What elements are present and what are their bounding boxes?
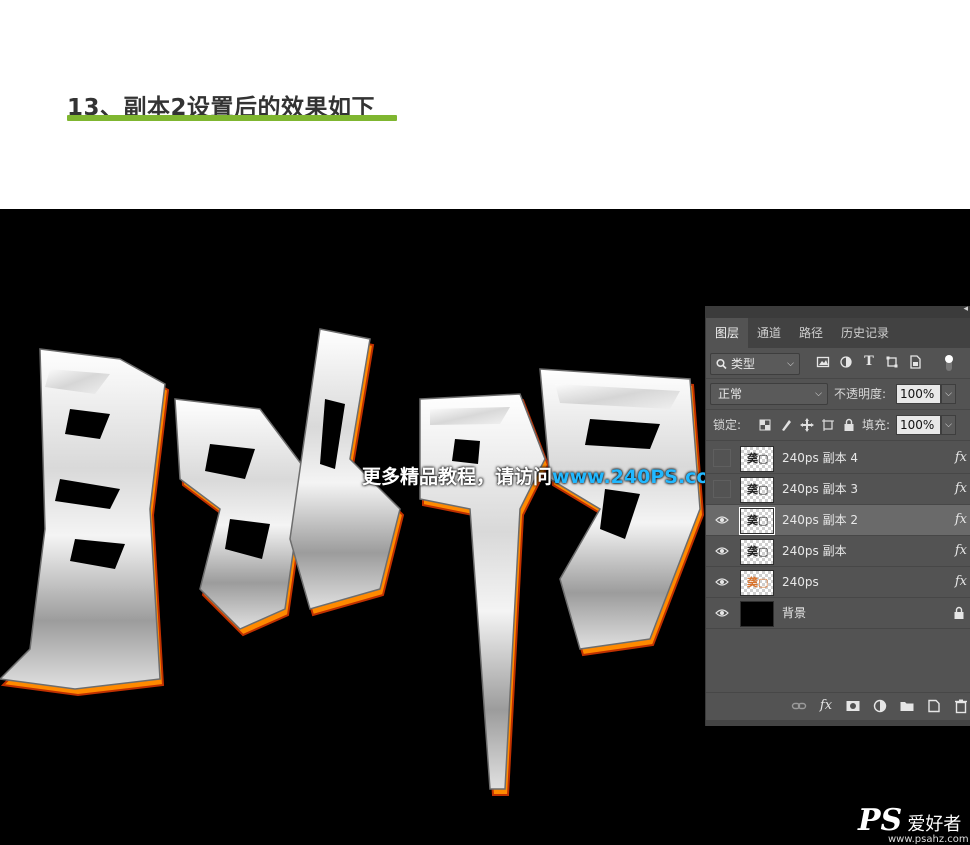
opacity-label: 不透明度: xyxy=(834,387,887,401)
visibility-toggle-off[interactable] xyxy=(713,480,731,498)
lock-transparent-icon[interactable] xyxy=(758,417,772,433)
search-icon xyxy=(716,354,727,380)
panel-topbar: ◂ xyxy=(706,304,970,318)
blend-mode-select[interactable]: 正常 ⌵ xyxy=(710,383,828,405)
promo-text-cn: 更多精品教程，请访问 xyxy=(362,466,553,488)
layer-row[interactable]: 䶮▢ 240ps 副本 fx xyxy=(706,536,970,567)
panel-footer: fx xyxy=(706,692,970,721)
chevron-down-icon: ⌵ xyxy=(787,359,794,369)
lock-all-icon[interactable] xyxy=(842,417,856,433)
type-filter-icon[interactable]: T xyxy=(862,354,876,370)
new-adjustment-icon[interactable] xyxy=(872,698,888,714)
eye-icon[interactable] xyxy=(715,513,729,527)
lock-label: 锁定: xyxy=(713,418,742,432)
fx-icon[interactable]: fx xyxy=(955,536,967,566)
adjustment-filter-icon[interactable] xyxy=(839,354,853,370)
lock-icon xyxy=(953,606,965,620)
layer-name: 240ps xyxy=(782,575,819,589)
layer-row[interactable]: 䶮▢ 240ps fx xyxy=(706,567,970,598)
layer-thumbnail: 䶮▢ xyxy=(740,570,774,596)
filter-icons: T xyxy=(816,354,922,370)
image-filter-icon[interactable] xyxy=(816,354,830,370)
tab-history[interactable]: 历史记录 xyxy=(832,318,898,348)
link-layers-icon[interactable] xyxy=(791,698,807,714)
heading-underline xyxy=(67,115,397,121)
new-group-icon[interactable] xyxy=(899,698,915,714)
fx-icon[interactable]: fx xyxy=(955,505,967,535)
tab-layers[interactable]: 图层 xyxy=(706,318,749,348)
watermark: PS 爱好者 www.psahz.com xyxy=(858,803,969,845)
layer-thumbnail: 䶮▢ xyxy=(740,477,774,503)
fill-label: 填充: xyxy=(862,418,891,432)
promo-url[interactable]: www.240PS.com xyxy=(552,466,729,488)
new-layer-icon[interactable] xyxy=(926,698,942,714)
layer-name: 240ps 副本 xyxy=(782,544,847,558)
fill-dropdown-icon[interactable]: ⌵ xyxy=(941,415,956,435)
layer-thumbnail xyxy=(740,601,774,627)
opacity-field[interactable]: 100% xyxy=(896,384,941,404)
layer-thumbnail: 䶮▢ xyxy=(740,446,774,472)
site-promo-text: 更多精品教程，请访问www.240PS.com xyxy=(362,462,729,489)
eye-icon[interactable] xyxy=(715,606,729,620)
tab-channels[interactable]: 通道 xyxy=(748,318,790,348)
filter-label: 类型 xyxy=(731,357,756,371)
eye-icon[interactable] xyxy=(715,575,729,589)
panel-resize-strip[interactable] xyxy=(706,720,970,726)
visibility-toggle-off[interactable] xyxy=(713,449,731,467)
filter-row: 类型 ⌵ T xyxy=(706,348,970,379)
watermark-ps: PS xyxy=(858,803,903,838)
fx-icon[interactable]: fx xyxy=(818,698,834,714)
tab-paths[interactable]: 路径 xyxy=(790,318,832,348)
watermark-cn: 爱好者 xyxy=(907,814,962,835)
layer-row-background[interactable]: 背景 xyxy=(706,598,970,629)
layer-row-selected[interactable]: 䶮▢ 240ps 副本 2 fx xyxy=(706,505,970,536)
lock-image-icon[interactable] xyxy=(779,417,793,433)
fx-icon[interactable]: fx xyxy=(955,474,967,504)
watermark-site: www.psahz.com xyxy=(888,834,969,845)
add-mask-icon[interactable] xyxy=(845,698,861,714)
layer-thumbnail: 䶮▢ xyxy=(740,539,774,565)
layer-row[interactable]: 䶮▢ 240ps 副本 4 fx xyxy=(706,443,970,474)
fx-icon[interactable]: fx xyxy=(955,567,967,597)
chevron-down-icon: ⌵ xyxy=(815,389,822,399)
panel-tabs: 图层 通道 路径 历史记录 xyxy=(706,318,970,348)
layer-name: 240ps 副本 3 xyxy=(782,482,859,496)
shape-filter-icon[interactable] xyxy=(885,354,899,370)
blend-row: 正常 ⌵ 不透明度: 100% ⌵ xyxy=(706,379,970,410)
lock-position-icon[interactable] xyxy=(800,417,814,433)
layer-name: 240ps 副本 4 xyxy=(782,451,859,465)
smart-object-filter-icon[interactable] xyxy=(908,354,922,370)
layer-row[interactable]: 䶮▢ 240ps 副本 3 fx xyxy=(706,474,970,505)
layer-name: 240ps 副本 2 xyxy=(782,513,859,527)
blend-mode-value: 正常 xyxy=(718,387,743,401)
eye-icon[interactable] xyxy=(715,544,729,558)
collapse-icon[interactable]: ◂ xyxy=(963,304,968,314)
delete-layer-icon[interactable] xyxy=(953,698,969,714)
layer-thumbnail: 䶮▢ xyxy=(739,507,775,535)
layers-panel: ◂ 图层 通道 路径 历史记录 类型 ⌵ T 正常 ⌵ 不透明度: 100% ⌵… xyxy=(705,304,970,726)
layer-name: 背景 xyxy=(782,606,807,620)
lock-icons xyxy=(758,417,856,433)
fx-icon[interactable]: fx xyxy=(955,443,967,473)
layer-filter-select[interactable]: 类型 ⌵ xyxy=(710,353,800,375)
lock-artboard-icon[interactable] xyxy=(821,417,835,433)
filter-toggle-icon[interactable] xyxy=(943,353,955,373)
fill-field[interactable]: 100% xyxy=(896,415,941,435)
opacity-dropdown-icon[interactable]: ⌵ xyxy=(941,384,956,404)
lock-row: 锁定: 填充: 100% ⌵ xyxy=(706,410,970,441)
footer-icons: fx xyxy=(791,698,969,714)
